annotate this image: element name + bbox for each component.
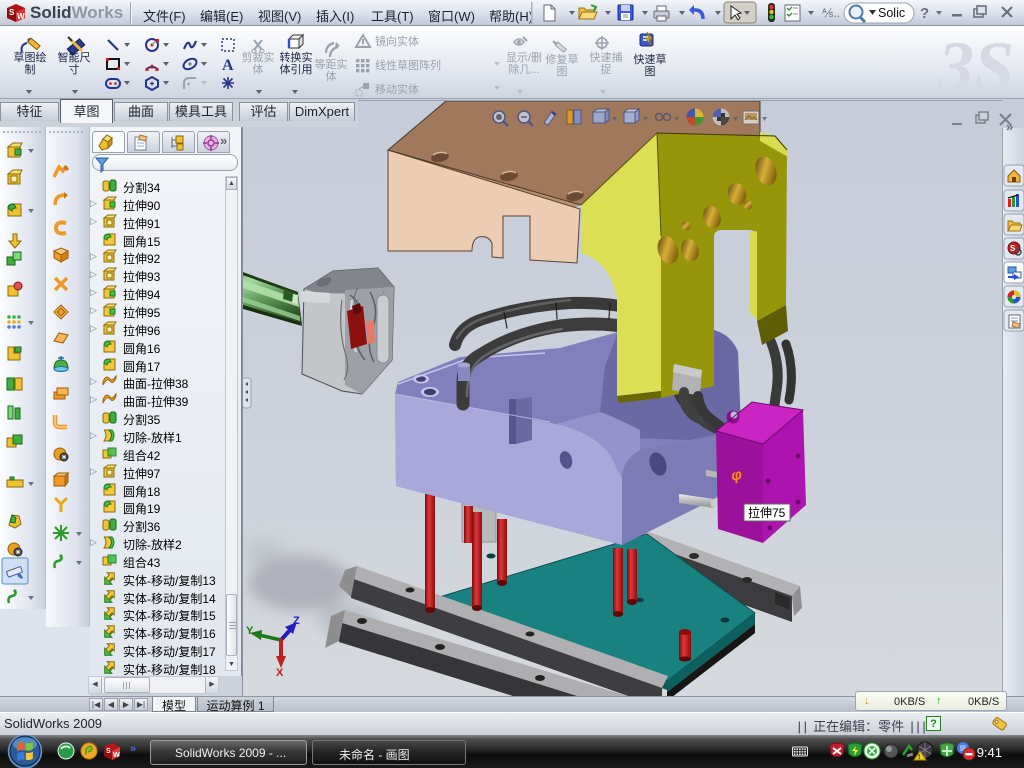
- svg-text:Y: Y: [246, 625, 254, 637]
- svg-text:!: !: [918, 754, 920, 761]
- svg-text:S: S: [9, 8, 15, 17]
- svg-text:W: W: [113, 752, 120, 759]
- svg-text:S: S: [106, 748, 111, 755]
- svg-text:⅍..: ⅍..: [822, 6, 840, 20]
- svg-text:拉伸75: 拉伸75: [748, 505, 786, 520]
- svg-text:W: W: [17, 12, 25, 21]
- svg-text:Z: Z: [293, 615, 300, 627]
- svg-text:?: ?: [920, 5, 929, 22]
- svg-text:»: »: [130, 743, 136, 755]
- svg-text:Solic: Solic: [878, 6, 905, 20]
- svg-text:X: X: [276, 667, 284, 679]
- svg-text:A: A: [222, 57, 234, 74]
